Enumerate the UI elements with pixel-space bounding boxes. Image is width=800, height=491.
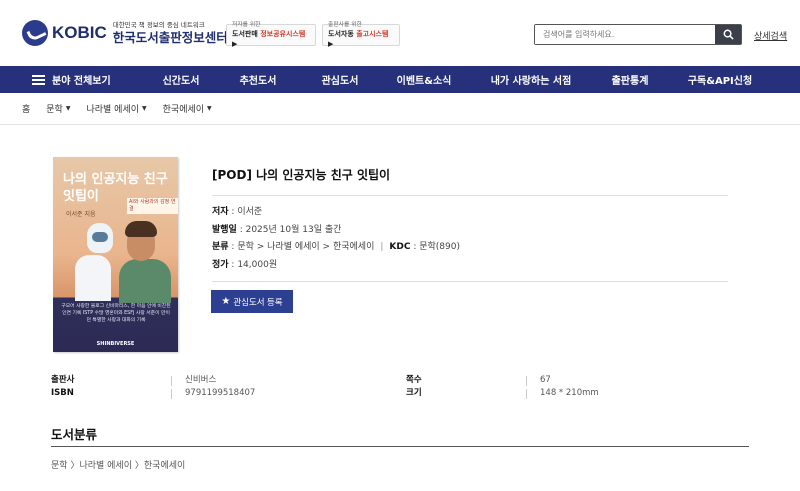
arrow-right-icon: ▶ [232, 40, 238, 48]
divider [171, 389, 172, 399]
fav-button-label: 관심도서 등록 [233, 296, 283, 307]
classification-item[interactable]: 나라별 에세이 [79, 461, 132, 471]
promo-publisher-big: 도서자동 출고시스템 ▶ [328, 30, 389, 48]
advanced-search-link[interactable]: 상세검색 [754, 29, 787, 42]
size-label: 크기 [406, 388, 422, 398]
nav-events-news[interactable]: 이벤트&소식 [397, 72, 452, 87]
classification-path: 문학 〉나라별 에세이 〉한국에세이 [51, 458, 185, 471]
author-row: 저자 : 이서준 [212, 207, 263, 217]
classification-item[interactable]: 한국에세이 [144, 461, 185, 471]
promo-publisher-banner[interactable]: 출판사를 위한 도서자동 출고시스템 ▶ [322, 22, 400, 48]
book-title: [POD] 나의 인공지능 친구 잇팁이 [212, 168, 391, 182]
nav-publishing-stats[interactable]: 출판통계 [612, 72, 649, 87]
size-value: 148 * 210mm [540, 388, 599, 398]
logo-word: KOBIC [52, 23, 107, 42]
caret-down-icon: ▼ [207, 105, 212, 112]
robot-head-illustration [87, 223, 113, 253]
price-row: 정가 : 14,000원 [212, 259, 278, 270]
classification-title: 도서분류 [51, 427, 98, 442]
nav-all-categories[interactable]: 분야 전체보기 [32, 72, 156, 87]
nav-all-label: 분야 전체보기 [52, 76, 111, 87]
logo-name: 한국도서출판정보센터 [112, 30, 228, 45]
nav-interest-books[interactable]: 관심도서 [322, 72, 359, 87]
classification-divider [51, 446, 749, 447]
person-hair-illustration [125, 221, 157, 237]
star-icon: ★ [221, 296, 231, 307]
menu-icon [32, 74, 45, 85]
date-row: 발행일 : 2025년 10월 13일 출간 [212, 224, 342, 235]
pages-value: 67 [540, 375, 551, 385]
divider [212, 281, 728, 282]
pages-label: 쪽수 [406, 375, 422, 385]
divider [526, 389, 527, 399]
nav-recommended[interactable]: 추천도서 [240, 72, 277, 87]
nav-new-books[interactable]: 신간도서 [163, 72, 200, 87]
meta-labels-right: 쪽수 크기 [406, 374, 422, 400]
cover-tag: AI와 사람과의 감정 연결 [127, 198, 178, 214]
search-input[interactable] [535, 25, 715, 44]
author-value: 이서준 [237, 207, 263, 217]
breadcrumb-korean-essay[interactable]: 한국에세이 ▼ [163, 102, 212, 115]
logo-tagline: 대한민국 책 정보의 중심 네트워크 [112, 21, 205, 29]
divider [526, 376, 527, 386]
meta-labels-left: 출판사 ISBN [51, 374, 74, 400]
category-value: 문학 > 나라별 에세이 > 한국에세이 [237, 242, 375, 252]
nav-favorite-bookstore[interactable]: 내가 사랑하는 서점 [491, 72, 572, 87]
breadcrumb: 홈 문학 ▼ 나라별 에세이 ▼ 한국에세이 ▼ [0, 93, 800, 125]
book-detail: 나의 인공지능 친구 잇팁이 AI와 사람과의 감정 연결 이서준 지음 구모어… [0, 125, 800, 365]
breadcrumb-home[interactable]: 홈 [22, 102, 30, 115]
meta-values-right: 67 148 * 210mm [540, 374, 599, 400]
category-row: 분류 : 문학 > 나라별 에세이 > 한국에세이 | KDC : 문학(890) [212, 242, 460, 252]
arrow-right-icon: ▶ [328, 40, 334, 48]
search-button[interactable] [715, 25, 741, 44]
isbn-value: 9791199518407 [185, 388, 256, 398]
chevron-right-icon: 〉 [134, 461, 144, 471]
publisher-value: 신비버스 [185, 375, 217, 385]
person-illustration [119, 259, 171, 303]
add-to-favorites-button[interactable]: ★ 관심도서 등록 [211, 290, 293, 313]
caret-down-icon: ▼ [65, 105, 71, 112]
breadcrumb-country-essay[interactable]: 나라별 에세이 ▼ [86, 102, 146, 115]
classification-item[interactable]: 문학 [51, 461, 68, 471]
search-icon [723, 29, 734, 40]
cover-publisher: SHINBIVERSE [96, 341, 135, 347]
isbn-label: ISBN [51, 388, 74, 398]
promo-author-small: 저자를 위한 [232, 22, 261, 28]
book-cover-image: 나의 인공지능 친구 잇팁이 AI와 사람과의 감정 연결 이서준 지음 구모어… [53, 157, 178, 352]
nav-subscribe-api[interactable]: 구독&API신청 [688, 72, 752, 87]
divider [171, 376, 172, 386]
promo-author-big: 도서판매 정보공유시스템 ▶ [232, 30, 306, 48]
date-value: 2025년 10월 13일 출간 [245, 224, 342, 235]
search-box [534, 24, 742, 45]
logo-mark-icon [22, 20, 48, 46]
top-header: KOBIC 대한민국 책 정보의 중심 네트워크 한국도서출판정보센터 저자를 … [0, 0, 800, 66]
cover-author: 이서준 지음 [66, 211, 96, 218]
promo-author-banner[interactable]: 저자를 위한 도서판매 정보공유시스템 ▶ [226, 22, 316, 48]
meta-values-left: 신비버스 9791199518407 [185, 374, 255, 400]
main-nav: 분야 전체보기 신간도서 추천도서 관심도서 이벤트&소식 내가 사랑하는 서점… [0, 66, 800, 93]
breadcrumb-literature[interactable]: 문학 ▼ [46, 102, 70, 115]
kdc-value: 문학(890) [419, 242, 460, 252]
caret-down-icon: ▼ [142, 105, 147, 112]
robot-illustration [75, 255, 111, 301]
cover-description: 구모어 사랑한 블로그 신비마리스, 한 마음 안에 비친된 인연 기록 IST… [61, 304, 171, 323]
promo-publisher-small: 출판사를 위한 [328, 22, 362, 28]
book-info: [POD] 나의 인공지능 친구 잇팁이 저자 : 이서준 발행일 : 2025… [212, 165, 728, 282]
publisher-label: 출판사 [51, 375, 75, 385]
site-logo[interactable]: KOBIC 대한민국 책 정보의 중심 네트워크 한국도서출판정보센터 [22, 20, 228, 46]
price-value: 14,000원 [237, 259, 278, 270]
